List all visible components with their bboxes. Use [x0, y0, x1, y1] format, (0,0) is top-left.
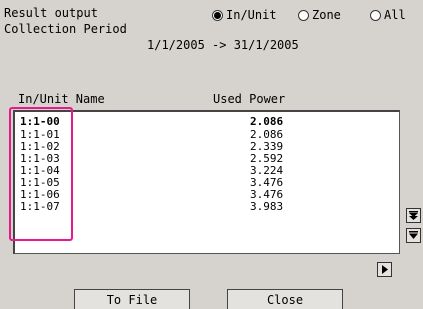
used-power: 3.476 [250, 188, 284, 201]
table-row[interactable]: 1:1-05 3.476 [20, 177, 390, 188]
column-header-unit: In/Unit Name [18, 92, 105, 106]
used-power: 2.086 [250, 115, 284, 128]
used-power: 3.476 [250, 176, 284, 189]
unit-name-highlight [9, 107, 73, 241]
to-file-button[interactable]: To File [74, 289, 190, 309]
radio-label: Zone [312, 8, 341, 22]
radio-in-unit[interactable]: In/Unit [212, 8, 277, 22]
used-power: 3.983 [250, 200, 284, 213]
scroll-down-button[interactable] [406, 228, 421, 243]
radio-zone[interactable]: Zone [298, 8, 341, 22]
radio-unselected-icon [298, 9, 309, 21]
table-row[interactable]: 1:1-00 2.086 [20, 116, 390, 127]
radio-label: In/Unit [226, 8, 277, 22]
close-button[interactable]: Close [227, 289, 343, 309]
table-row[interactable]: 1:1-07 3.983 [20, 201, 390, 212]
used-power: 2.086 [250, 128, 284, 141]
collection-period-label: Collection Period [4, 22, 127, 36]
table-row[interactable]: 1:1-01 2.086 [20, 129, 390, 140]
period-range: 1/1/2005 -> 31/1/2005 [147, 38, 299, 52]
table-row[interactable]: 1:1-04 3.224 [20, 165, 390, 176]
used-power: 2.592 [250, 152, 284, 165]
table-row[interactable]: 1:1-02 2.339 [20, 141, 390, 152]
arrow-right-icon [382, 265, 388, 274]
column-header-power: Used Power [213, 92, 286, 106]
arrow-down-icon [409, 231, 418, 239]
used-power: 3.224 [250, 164, 284, 177]
radio-unselected-icon [370, 9, 381, 21]
used-power: 2.339 [250, 140, 284, 153]
radio-all[interactable]: All [370, 8, 406, 22]
page-down-button[interactable] [406, 208, 421, 223]
radio-selected-icon [212, 9, 223, 21]
double-arrow-down-icon [409, 211, 418, 220]
table-row[interactable]: 1:1-06 3.476 [20, 189, 390, 200]
table-row[interactable]: 1:1-03 2.592 [20, 153, 390, 164]
radio-label: All [384, 8, 406, 22]
result-output-label: Result output [4, 6, 98, 20]
scroll-right-button[interactable] [377, 262, 392, 277]
